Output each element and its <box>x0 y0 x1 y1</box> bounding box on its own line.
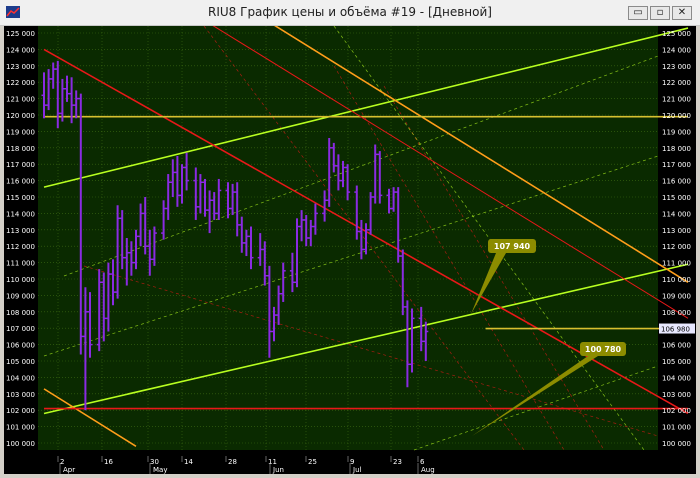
price-label-left: 112 000 <box>6 243 35 251</box>
price-label-left: 119 000 <box>6 128 35 136</box>
price-label-right: 121 000 <box>662 96 691 104</box>
price-label-left: 111 000 <box>6 260 35 268</box>
price-label-left: 103 000 <box>6 391 35 399</box>
price-label-right: 114 000 <box>662 210 691 218</box>
last-price-tag: 106 980 <box>661 326 690 334</box>
time-month-label: Jun <box>272 466 284 474</box>
price-label-left: 115 000 <box>6 194 35 202</box>
close-button[interactable]: ✕ <box>672 6 692 20</box>
window-titlebar: RIU8 График цены и объёма #19 - [Дневной… <box>0 0 700 26</box>
price-chart[interactable]: 107 940 100 780 125 000 124 000 123 000 122 … <box>4 0 696 474</box>
price-axis-right-panel <box>658 26 696 450</box>
price-label-right: 101 000 <box>662 424 691 432</box>
price-label-left: 117 000 <box>6 161 35 169</box>
price-axis-left-panel <box>4 26 38 450</box>
price-label-right: 125 000 <box>662 30 691 38</box>
time-month-label: Apr <box>63 466 75 474</box>
time-day-label: 30 <box>150 458 159 466</box>
price-label-left: 108 000 <box>6 309 35 317</box>
price-label-left: 104 000 <box>6 374 35 382</box>
price-label-left: 122 000 <box>6 79 35 87</box>
price-label-right: 123 000 <box>662 63 691 71</box>
price-label-left: 110 000 <box>6 276 35 284</box>
price-label-right: 104 000 <box>662 374 691 382</box>
time-day-label: 23 <box>393 458 402 466</box>
window-title: RIU8 График цены и объёма #19 - [Дневной… <box>208 5 492 19</box>
time-month-label: Aug <box>421 466 435 474</box>
price-label-left: 125 000 <box>6 30 35 38</box>
price-label-left: 113 000 <box>6 227 35 235</box>
price-label-left: 105 000 <box>6 358 35 366</box>
time-month-label: May <box>153 466 167 474</box>
price-label-left: 116 000 <box>6 178 35 186</box>
time-day-label: 16 <box>104 458 113 466</box>
price-label-left: 120 000 <box>6 112 35 120</box>
price-label-right: 119 000 <box>662 128 691 136</box>
price-label-right: 111 000 <box>662 260 691 268</box>
price-label-left: 114 000 <box>6 210 35 218</box>
price-label-left: 106 000 <box>6 342 35 350</box>
price-label-right: 120 000 <box>662 112 691 120</box>
price-label-right: 116 000 <box>662 178 691 186</box>
time-month-label: Jul <box>352 466 362 474</box>
time-day-label: 11 <box>268 458 277 466</box>
time-day-label: 6 <box>420 458 425 466</box>
price-label-right: 100 000 <box>662 440 691 448</box>
price-label-left: 107 000 <box>6 325 35 333</box>
price-label-left: 109 000 <box>6 292 35 300</box>
price-label-left: 123 000 <box>6 63 35 71</box>
price-label-left: 101 000 <box>6 424 35 432</box>
price-label-right: 108 000 <box>662 309 691 317</box>
price-label-right: 105 000 <box>662 358 691 366</box>
price-label-right: 112 000 <box>662 243 691 251</box>
price-label-right: 110 000 <box>662 276 691 284</box>
callout-text: 107 940 <box>494 242 531 251</box>
minimize-button[interactable]: ▭ <box>628 6 648 20</box>
price-label-left: 121 000 <box>6 96 35 104</box>
price-label-left: 118 000 <box>6 145 35 153</box>
callout-text: 100 780 <box>585 345 622 354</box>
time-day-label: 14 <box>184 458 193 466</box>
maximize-button[interactable]: ▫ <box>650 6 670 20</box>
time-day-label: 25 <box>308 458 317 466</box>
price-label-right: 118 000 <box>662 145 691 153</box>
price-label-right: 106 000 <box>662 342 691 350</box>
chart-frame: 107 940 100 780 125 000 124 000 123 000 122 … <box>4 0 696 474</box>
price-label-left: 100 000 <box>6 440 35 448</box>
price-label-right: 117 000 <box>662 161 691 169</box>
price-label-right: 102 000 <box>662 407 691 415</box>
price-label-right: 103 000 <box>662 391 691 399</box>
time-day-label: 28 <box>228 458 237 466</box>
time-day-label: 9 <box>350 458 354 466</box>
price-label-right: 109 000 <box>662 292 691 300</box>
time-day-label: 2 <box>60 458 64 466</box>
price-label-right: 122 000 <box>662 79 691 87</box>
price-label-right: 124 000 <box>662 46 691 54</box>
price-label-right: 115 000 <box>662 194 691 202</box>
price-label-right: 113 000 <box>662 227 691 235</box>
price-label-left: 124 000 <box>6 46 35 54</box>
price-label-left: 102 000 <box>6 407 35 415</box>
